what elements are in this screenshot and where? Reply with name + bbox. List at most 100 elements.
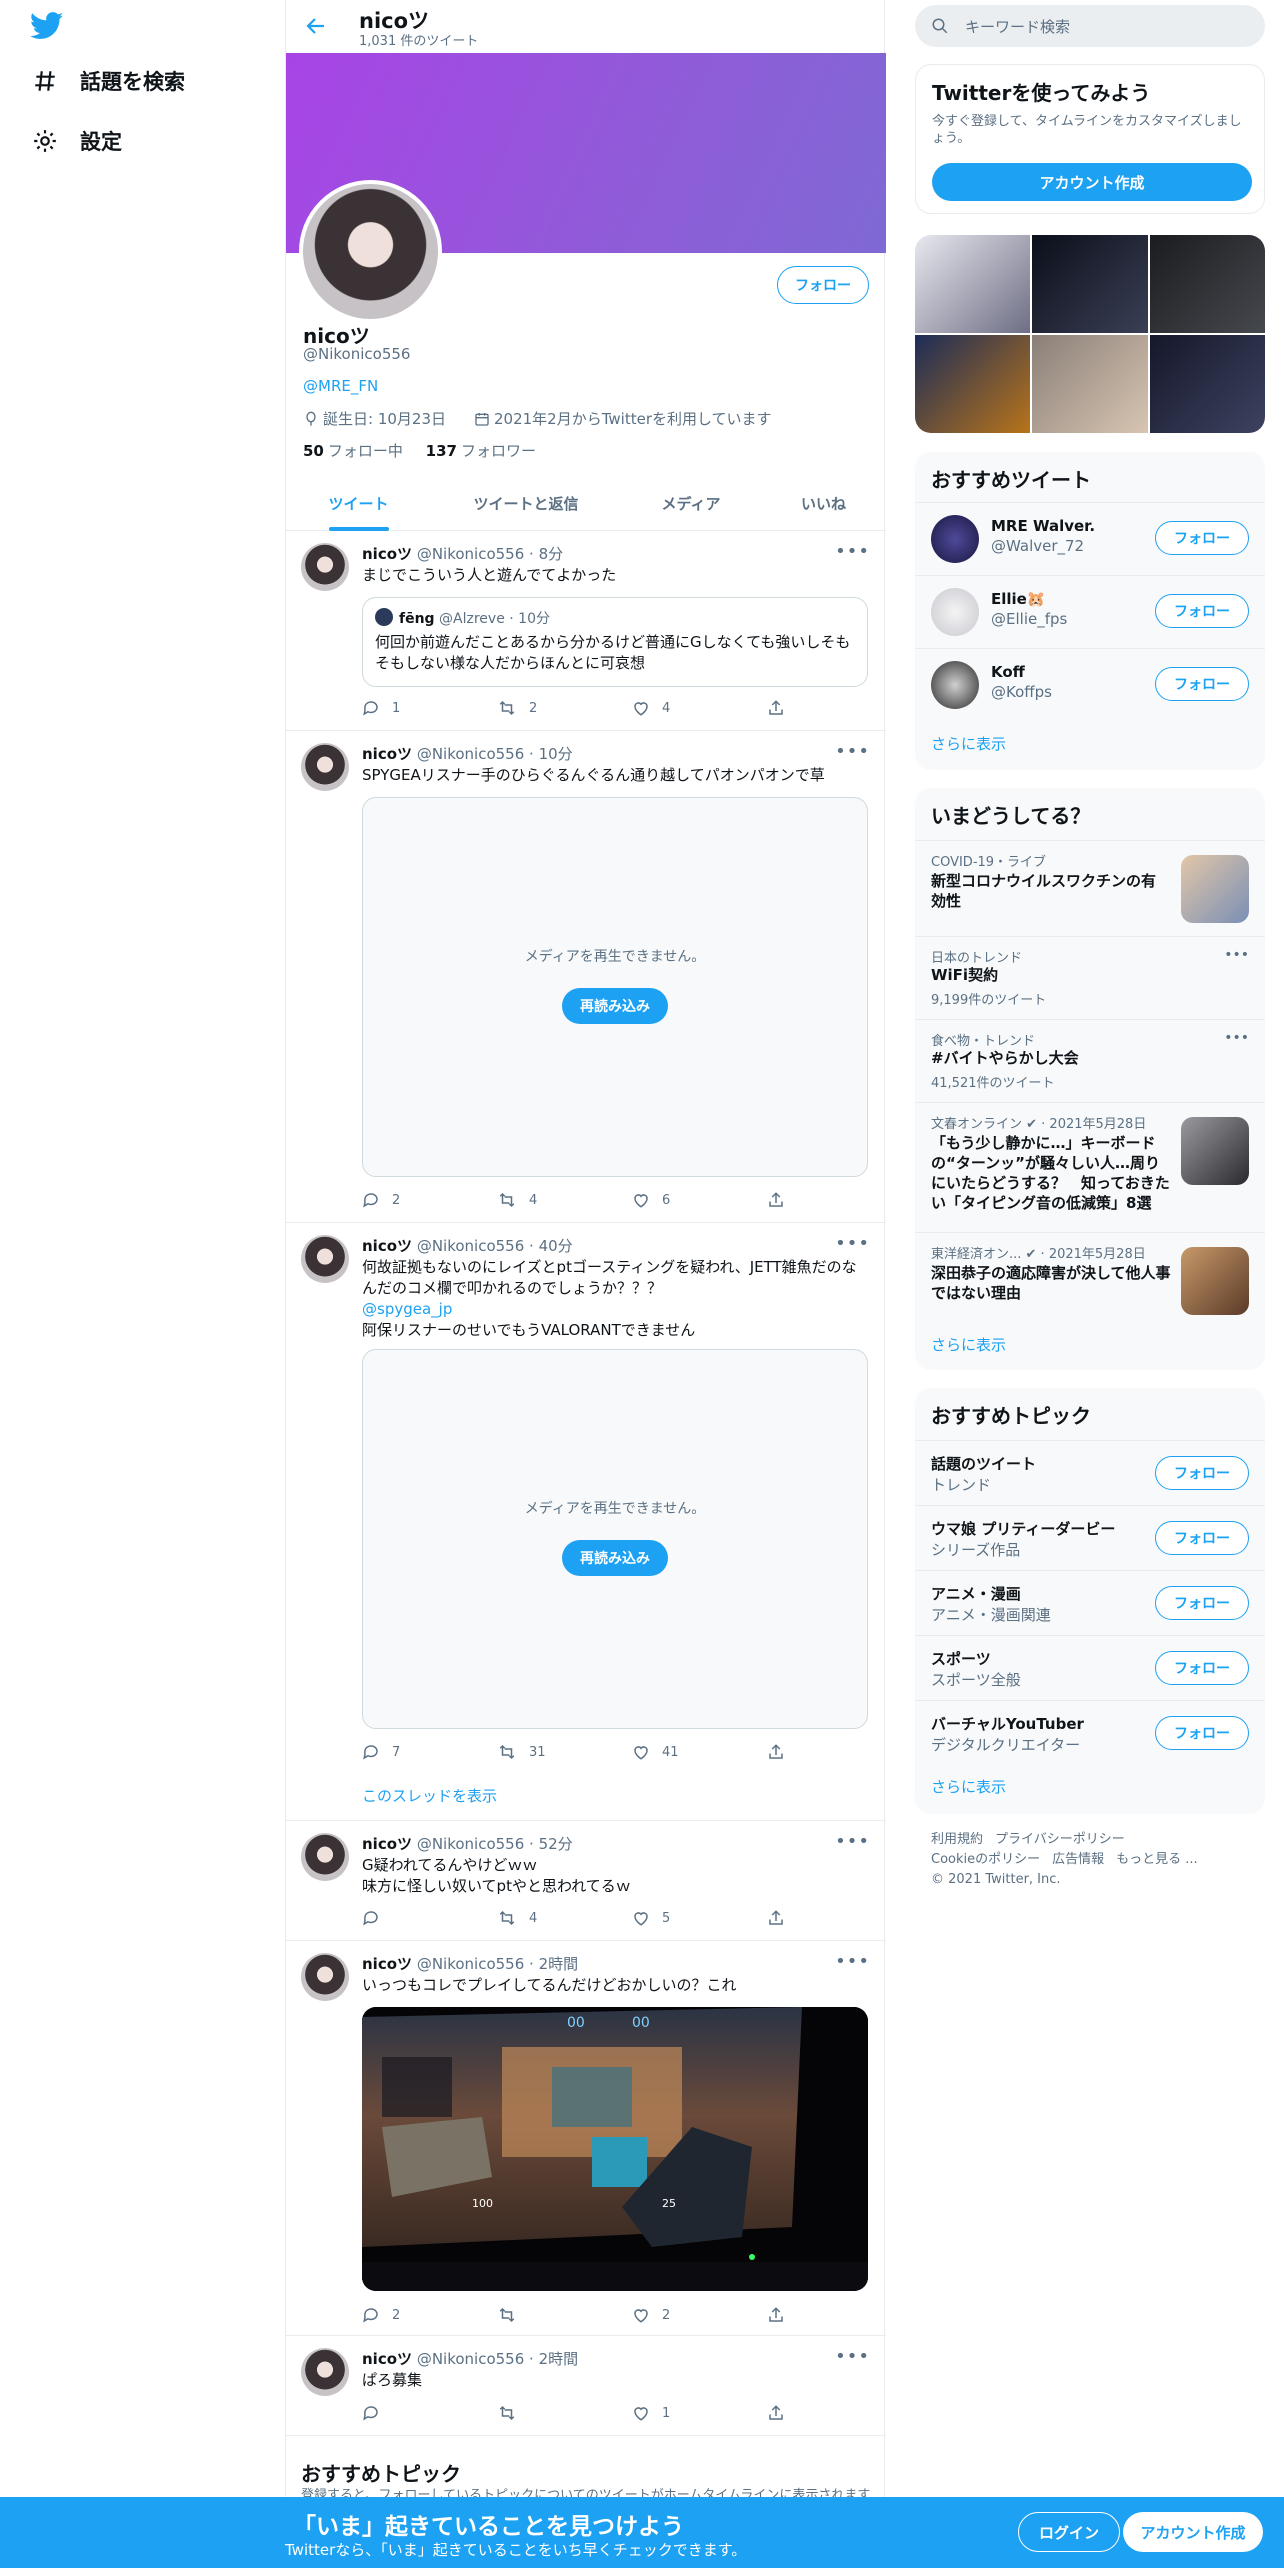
tweet-avatar[interactable] — [301, 1953, 349, 2001]
tweet-author[interactable]: nicoツ — [362, 1835, 412, 1853]
nav-settings[interactable]: 設定 — [32, 126, 122, 156]
retweet-action[interactable]: 4 — [497, 1909, 537, 1927]
profile-avatar[interactable] — [299, 180, 442, 323]
footer-more-link[interactable]: もっと見る ... — [1116, 1852, 1198, 1867]
media-thumb[interactable] — [1149, 335, 1265, 433]
share-action[interactable] — [767, 699, 797, 717]
reply-action[interactable] — [362, 1909, 392, 1927]
tweet-image-game-screenshot[interactable]: 00 00 100 25 — [362, 2007, 868, 2291]
more-options-icon[interactable]: ••• — [835, 1831, 870, 1852]
like-action[interactable]: 1 — [632, 2404, 670, 2422]
media-thumb[interactable] — [915, 335, 1031, 433]
follow-topic-button[interactable]: フォロー — [1155, 1586, 1249, 1620]
more-options-icon[interactable]: ••• — [835, 541, 870, 562]
followers-stat[interactable]: 137 フォロワー — [426, 442, 536, 460]
more-options-icon[interactable]: ••• — [835, 1951, 870, 1972]
recommended-user[interactable]: Ellie🐹 @Ellie_fps フォロー — [915, 575, 1265, 648]
tweet[interactable]: nicoツ @Nikonico556 · 2時間 ••• ぱろ募集 1 — [286, 2336, 886, 2436]
media-thumb[interactable] — [1032, 235, 1148, 333]
tweet[interactable]: nicoツ @Nikonico556 · 40分 ••• 何故証拠もないのにレイ… — [286, 1223, 886, 1821]
more-options-icon[interactable]: ••• — [835, 2346, 870, 2367]
share-action[interactable] — [767, 2404, 797, 2422]
reply-action[interactable]: 1 — [362, 699, 400, 717]
topic-item[interactable]: アニメ・漫画 アニメ・漫画関連 フォロー — [915, 1570, 1265, 1635]
media-thumb[interactable] — [1149, 235, 1265, 333]
follow-button[interactable]: フォロー — [1155, 594, 1249, 628]
footer-terms-link[interactable]: 利用規約 — [931, 1832, 983, 1847]
like-action[interactable]: 4 — [632, 699, 670, 717]
more-options-icon[interactable]: ••• — [1224, 1030, 1249, 1046]
tweet-avatar[interactable] — [301, 743, 349, 791]
tweet-avatar[interactable] — [301, 1833, 349, 1881]
more-options-icon[interactable]: ••• — [835, 1233, 870, 1254]
retweet-action[interactable] — [497, 2404, 529, 2422]
tweet-mention[interactable]: @spygea_jp — [362, 1299, 870, 1320]
share-action[interactable] — [767, 1743, 797, 1761]
follow-topic-button[interactable]: フォロー — [1155, 1456, 1249, 1490]
share-action[interactable] — [767, 1909, 797, 1927]
trend-item[interactable]: 日本のトレンド ••• WiFi契約 9,199件のツイート — [915, 936, 1265, 1019]
trend-item[interactable]: 食べ物・トレンド ••• #バイトやらかし大会 41,521件のツイート — [915, 1019, 1265, 1102]
login-button[interactable]: ログイン — [1018, 2512, 1120, 2552]
following-stat[interactable]: 50 フォロー中 — [303, 442, 403, 460]
share-action[interactable] — [767, 1191, 797, 1209]
media-thumb[interactable] — [915, 235, 1031, 333]
reload-button[interactable]: 再読み込み — [562, 1540, 668, 1576]
share-action[interactable] — [767, 2306, 797, 2324]
footer-cookie-link[interactable]: Cookieのポリシー — [931, 1852, 1040, 1867]
nav-explore[interactable]: 話題を検索 — [32, 66, 185, 96]
signup-button[interactable]: アカウント作成 — [1123, 2512, 1263, 2552]
like-action[interactable]: 6 — [632, 1191, 670, 1209]
like-action[interactable]: 41 — [632, 1743, 679, 1761]
tweet[interactable]: nicoツ @Nikonico556 · 2時間 ••• いっつもコレでプレイし… — [286, 1941, 886, 2336]
more-options-icon[interactable]: ••• — [835, 741, 870, 762]
reload-button[interactable]: 再読み込み — [562, 988, 668, 1024]
recommended-user[interactable]: MRE Walver. @Walver_72 フォロー — [915, 502, 1265, 575]
follow-button[interactable]: フォロー — [1155, 667, 1249, 701]
topic-item[interactable]: ウマ娘 プリティーダービー シリーズ作品 フォロー — [915, 1505, 1265, 1570]
reply-action[interactable]: 2 — [362, 2306, 400, 2324]
tweet-author[interactable]: nicoツ — [362, 545, 412, 563]
tweet-avatar[interactable] — [301, 543, 349, 591]
tab-tweets[interactable]: ツイート — [286, 475, 431, 531]
follow-topic-button[interactable]: フォロー — [1155, 1521, 1249, 1555]
search-input[interactable]: キーワード検索 — [915, 5, 1265, 47]
reply-action[interactable]: 2 — [362, 1191, 400, 1209]
topic-item[interactable]: スポーツ スポーツ全般 フォロー — [915, 1635, 1265, 1700]
user-avatar[interactable] — [931, 515, 979, 563]
like-action[interactable]: 2 — [632, 2306, 670, 2324]
tab-likes[interactable]: いいね — [761, 475, 886, 531]
tweet[interactable]: nicoツ @Nikonico556 · 8分 ••• まじでこういう人と遊んで… — [286, 531, 886, 731]
tweet[interactable]: nicoツ @Nikonico556 · 52分 ••• G疑われてるんやけどｗ… — [286, 1821, 886, 1941]
user-avatar[interactable] — [931, 661, 979, 709]
topic-item[interactable]: バーチャルYouTuber デジタルクリエイター フォロー — [915, 1700, 1265, 1765]
more-options-icon[interactable]: ••• — [1224, 947, 1249, 963]
show-more-link[interactable]: さらに表示 — [931, 1334, 1006, 1355]
tweet-author[interactable]: nicoツ — [362, 745, 412, 763]
news-item[interactable]: 東洋経済オン... ✔ · 2021年5月28日 深田恭子の適応障害が決して他人… — [915, 1232, 1265, 1327]
quoted-tweet[interactable]: fēng @Alzreve · 10分 何回か前遊んだことあるから分かるけど普通… — [362, 597, 868, 687]
follow-button[interactable]: フォロー — [1155, 521, 1249, 555]
reply-action[interactable] — [362, 2404, 392, 2422]
retweet-action[interactable]: 4 — [497, 1191, 537, 1209]
retweet-action[interactable] — [497, 2306, 529, 2324]
media-grid[interactable] — [915, 235, 1265, 433]
tweet-author[interactable]: nicoツ — [362, 1955, 412, 1973]
footer-ads-link[interactable]: 広告情報 — [1052, 1852, 1104, 1867]
profile-link[interactable]: @MRE_FN — [303, 377, 378, 395]
retweet-action[interactable]: 31 — [497, 1743, 546, 1761]
retweet-action[interactable]: 2 — [497, 699, 537, 717]
tweet-avatar[interactable] — [301, 1235, 349, 1283]
news-item[interactable]: 文春オンライン ✔ · 2021年5月28日 「もう少し静かに…」キーボードの“… — [915, 1102, 1265, 1232]
footer-privacy-link[interactable]: プライバシーポリシー — [995, 1832, 1125, 1847]
reply-action[interactable]: 7 — [362, 1743, 400, 1761]
signup-button[interactable]: アカウント作成 — [932, 163, 1252, 201]
twitter-logo-icon[interactable] — [29, 12, 64, 44]
like-action[interactable]: 5 — [632, 1909, 670, 1927]
trend-item[interactable]: COVID-19・ライブ 新型コロナウイルスワクチンの有効性 — [915, 840, 1265, 936]
show-more-link[interactable]: さらに表示 — [931, 1776, 1006, 1797]
tweet[interactable]: nicoツ @Nikonico556 · 10分 ••• SPYGEAリスナー手… — [286, 731, 886, 1223]
follow-topic-button[interactable]: フォロー — [1155, 1651, 1249, 1685]
tab-tweets-replies[interactable]: ツイートと返信 — [431, 475, 621, 531]
follow-button[interactable]: フォロー — [777, 266, 869, 304]
